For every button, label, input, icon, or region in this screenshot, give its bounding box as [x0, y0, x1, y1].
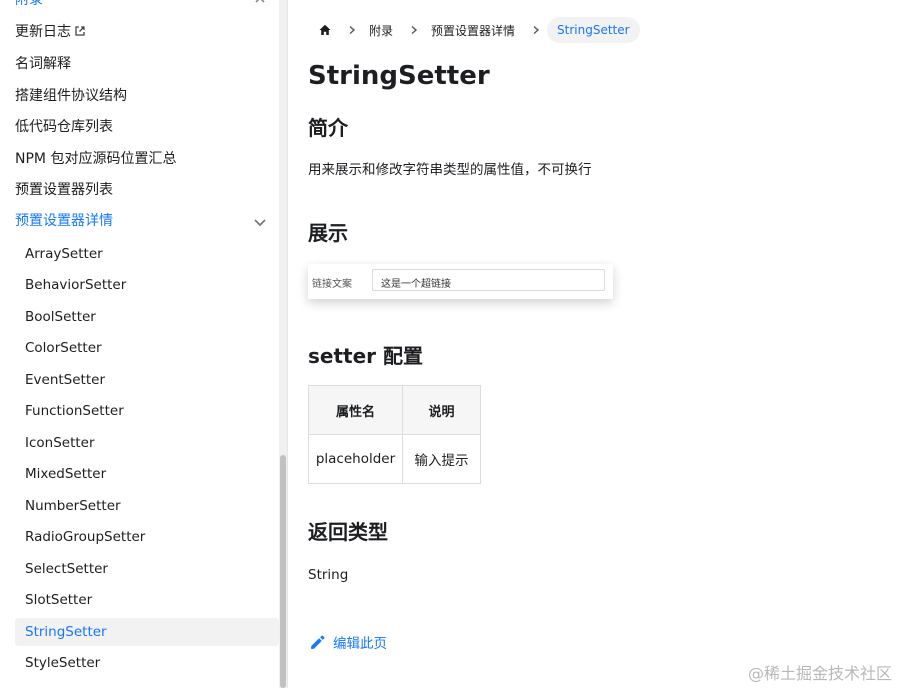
sidebar-subitem-arraysetter[interactable]: ArraySetter — [25, 244, 103, 264]
table-row: placeholder 输入提示 — [308, 434, 481, 484]
sidebar-subitem-stylesetter[interactable]: StyleSetter — [25, 653, 100, 673]
sidebar-item-component-protocol[interactable]: 搭建组件协议结构 — [15, 86, 127, 106]
sidebar-divider — [287, 0, 288, 688]
demo-string-input[interactable]: 这是一个超链接 — [372, 269, 605, 291]
table-header-row: 属性名 说明 — [308, 385, 481, 435]
table-cell: 输入提示 — [402, 434, 481, 484]
external-link-icon — [75, 26, 85, 36]
section-heading-demo: 展示 — [308, 221, 348, 245]
sidebar-category-appendix[interactable]: 附录 — [15, 0, 43, 9]
sidebar: 附录 更新日志 名词解释 搭建组件协议结构 低代码仓库列表 NPM 包对应源码位… — [0, 0, 287, 688]
section-heading-config: setter 配置 — [308, 344, 423, 368]
sidebar-subitem-colorsetter[interactable]: ColorSetter — [25, 338, 102, 358]
sidebar-subitem-behaviorsetter[interactable]: BehaviorSetter — [25, 275, 126, 295]
chevron-up-icon[interactable] — [254, 0, 266, 6]
setter-config-table: 属性名 说明 placeholder 输入提示 — [308, 385, 481, 484]
chevron-right-icon — [411, 25, 418, 35]
chevron-right-icon — [349, 25, 356, 35]
edit-page-link[interactable]: 编辑此页 — [309, 632, 387, 652]
sidebar-subitem-slotsetter[interactable]: SlotSetter — [25, 590, 92, 610]
demo-field-label: 链接文案 — [312, 279, 352, 290]
chevron-down-icon[interactable] — [253, 215, 267, 229]
edit-page-label: 编辑此页 — [333, 636, 387, 652]
breadcrumb-item-appendix[interactable]: 附录 — [369, 22, 393, 39]
section-heading-return: 返回类型 — [308, 520, 388, 544]
pencil-icon — [311, 635, 325, 649]
table-cell: placeholder — [308, 434, 403, 484]
sidebar-item-glossary[interactable]: 名词解释 — [15, 54, 71, 74]
sidebar-subitem-stringsetter[interactable]: StringSetter — [25, 622, 107, 642]
home-icon[interactable] — [319, 24, 331, 36]
page-title: StringSetter — [308, 61, 490, 91]
return-type-text: String — [308, 567, 349, 583]
sidebar-subitem-radiogroupsetter[interactable]: RadioGroupSetter — [25, 527, 145, 547]
chevron-right-icon — [533, 25, 540, 35]
sidebar-subitem-selectsetter[interactable]: SelectSetter — [25, 559, 108, 579]
table-header-cell: 说明 — [402, 385, 481, 435]
sidebar-item-setter-details[interactable]: 预置设置器详情 — [15, 211, 113, 231]
sidebar-subitem-mixedsetter[interactable]: MixedSetter — [25, 464, 106, 484]
sidebar-subitem-boolsetter[interactable]: BoolSetter — [25, 307, 96, 327]
section-heading-intro: 简介 — [308, 116, 348, 140]
sidebar-item-setter-list[interactable]: 预置设置器列表 — [15, 180, 113, 200]
sidebar-item-label: 更新日志 — [15, 24, 71, 40]
sidebar-subitem-eventsetter[interactable]: EventSetter — [25, 370, 105, 390]
watermark: @稀土掘金技术社区 — [747, 664, 892, 683]
sidebar-subitem-iconsetter[interactable]: IconSetter — [25, 433, 95, 453]
sidebar-item-npm-source[interactable]: NPM 包对应源码位置汇总 — [15, 149, 176, 169]
sidebar-item-repo-list[interactable]: 低代码仓库列表 — [15, 117, 113, 137]
sidebar-subitem-numbersetter[interactable]: NumberSetter — [25, 496, 121, 516]
intro-text: 用来展示和修改字符串类型的属性值，不可换行 — [308, 162, 592, 178]
sidebar-item-changelog[interactable]: 更新日志 — [15, 22, 86, 42]
breadcrumb-current: StringSetter — [547, 17, 640, 43]
demo-preview: 链接文案 这是一个超链接 — [308, 264, 613, 299]
table-header-cell: 属性名 — [308, 385, 403, 435]
breadcrumb-item-setter-details[interactable]: 预置设置器详情 — [431, 22, 515, 39]
sidebar-scrollbar-thumb[interactable] — [280, 455, 286, 688]
breadcrumb: 附录 预置设置器详情 StringSetter — [308, 16, 640, 44]
sidebar-subitem-functionsetter[interactable]: FunctionSetter — [25, 401, 124, 421]
